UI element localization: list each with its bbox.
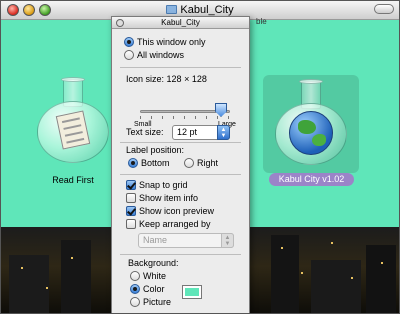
desktop-icon-kabul-city[interactable]	[275, 79, 347, 171]
text-size-label: Text size:	[126, 127, 164, 137]
checkbox-keep-arranged-by[interactable]: Keep arranged by	[126, 219, 211, 229]
radio-this-window-only[interactable]: This window only	[124, 37, 206, 47]
desktop-icon-read-first[interactable]: Read First	[37, 77, 109, 189]
radio-label: Bottom	[141, 158, 170, 168]
globe-icon	[289, 111, 333, 155]
radio-background-color[interactable]: Color	[130, 284, 165, 294]
palette-title: Kabul_City	[161, 18, 200, 27]
radio-label: White	[143, 271, 167, 281]
checkbox-icon[interactable]	[126, 180, 136, 190]
radio-background-white[interactable]: White	[130, 271, 166, 281]
radio-button-icon[interactable]	[130, 284, 140, 294]
radio-button-icon[interactable]	[124, 37, 134, 47]
icon-size-slider-thumb[interactable]	[215, 103, 227, 117]
globe-flask-icon	[275, 79, 347, 167]
arrange-by-value: Name	[143, 235, 168, 245]
radio-button-icon[interactable]	[124, 50, 134, 60]
icon-label-read-first: Read First	[52, 175, 94, 185]
icon-size-label: Icon size: 128 × 128	[126, 74, 207, 84]
text-size-select[interactable]: 12 pt ▲ ▼	[172, 125, 230, 140]
checkbox-snap-to-grid[interactable]: Snap to grid	[126, 180, 188, 190]
checkbox-icon[interactable]	[126, 193, 136, 203]
radio-label: All windows	[137, 50, 185, 60]
radio-label-right[interactable]: Right	[184, 158, 218, 168]
radio-label: Right	[197, 158, 219, 168]
radio-all-windows[interactable]: All windows	[124, 50, 184, 60]
radio-label-bottom[interactable]: Bottom	[128, 158, 170, 168]
view-options-palette: Kabul_City This window only All windows …	[111, 16, 250, 313]
divider	[120, 254, 241, 255]
radio-button-icon[interactable]	[130, 271, 140, 281]
window-title-text: Kabul_City	[180, 4, 234, 16]
palette-titlebar[interactable]: Kabul_City	[112, 17, 249, 29]
icon-size-caption: Icon size:	[126, 74, 165, 84]
radio-button-icon[interactable]	[130, 297, 140, 307]
checkbox-label: Show icon preview	[139, 206, 215, 216]
arrange-by-select: Name ▲ ▼	[138, 233, 234, 248]
radio-button-icon[interactable]	[184, 158, 194, 168]
checkbox-show-item-info[interactable]: Show item info	[126, 193, 198, 203]
checkbox-icon[interactable]	[126, 219, 136, 229]
select-arrows-icon: ▲ ▼	[217, 125, 230, 140]
checkbox-label: Keep arranged by	[139, 219, 211, 229]
background-label: Background:	[128, 258, 179, 268]
divider	[120, 142, 241, 143]
radio-button-icon[interactable]	[128, 158, 138, 168]
background-color-swatch[interactable]	[182, 285, 202, 299]
folder-icon	[166, 5, 178, 14]
window-title: Kabul_City	[1, 4, 399, 16]
icon-label-kabul-city[interactable]: Kabul City v1.02	[269, 173, 354, 186]
select-arrows-icon: ▲ ▼	[221, 233, 234, 248]
checkbox-show-icon-preview[interactable]: Show icon preview	[126, 206, 214, 216]
document-flask-icon	[37, 77, 109, 165]
palette-close-button[interactable]	[116, 19, 124, 27]
label-position-label: Label position:	[126, 145, 185, 155]
radio-label: Picture	[143, 297, 172, 307]
checkbox-label: Snap to grid	[139, 180, 188, 190]
checkbox-label: Show item info	[139, 193, 199, 203]
finder-window: Kabul_City ble Read First Kabul City v1.…	[0, 0, 400, 314]
divider	[120, 174, 241, 175]
checkbox-icon[interactable]	[126, 206, 136, 216]
toolbar-toggle-button[interactable]	[374, 4, 394, 14]
icon-size-value: 128 × 128	[166, 74, 207, 84]
divider	[120, 67, 241, 68]
slider-ticks	[140, 116, 230, 119]
text-size-value: 12 pt	[177, 127, 198, 137]
obscured-text: ble	[256, 17, 267, 26]
radio-label: This window only	[137, 37, 206, 47]
radio-background-picture[interactable]: Picture	[130, 297, 171, 307]
radio-label: Color	[143, 284, 165, 294]
